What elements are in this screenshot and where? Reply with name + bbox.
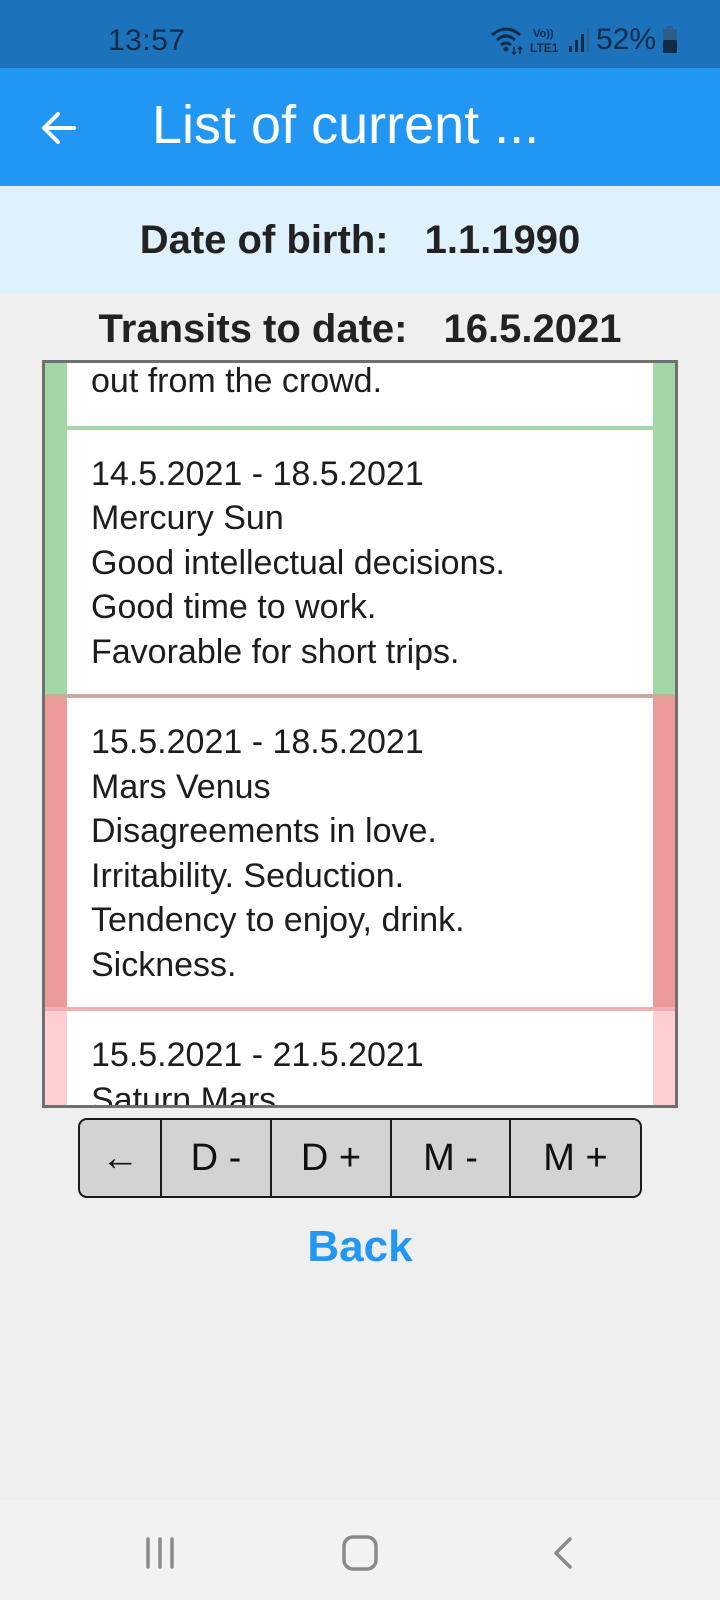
wifi-icon	[490, 25, 524, 55]
transit-text: Irritability. Seduction.	[91, 856, 405, 895]
transit-text: Disagreements in love.	[91, 812, 437, 850]
transit-text: Sickness.	[91, 945, 237, 984]
transit-dates: 14.5.2021 - 18.5.2021	[91, 454, 424, 493]
transit-text: Good time to work.	[91, 588, 377, 626]
transit-planets: Saturn Mars	[91, 1080, 277, 1108]
transit-planets: Mars Venus	[91, 767, 271, 806]
dob-label: Date of birth:	[139, 217, 389, 262]
status-time: 13:57	[108, 24, 186, 57]
transits-label: Transits to date:	[98, 306, 408, 351]
transit-text: Good intellectual decisions.	[91, 543, 505, 582]
system-nav-bar	[0, 1500, 720, 1600]
transits-date-row: Transits to date: 16.5.2021	[0, 300, 720, 358]
lte-icon: Vo)) LTE1	[530, 25, 562, 55]
transits-value: 16.5.2021	[443, 306, 622, 351]
transit-text: Tendency to enjoy, drink.	[91, 901, 465, 939]
transit-text: out from the crowd.	[91, 362, 383, 400]
transit-card[interactable]: 14.5.2021 - 18.5.2021 Mercury Sun Good i…	[45, 425, 675, 694]
day-plus-button[interactable]: D +	[272, 1120, 392, 1196]
date-of-birth-row: Date of birth: 1.1.1990	[0, 186, 720, 294]
battery-icon	[662, 26, 678, 54]
battery-percent: 52%	[595, 23, 656, 56]
status-bar: 13:57 Vo)) LTE1 52%	[0, 0, 720, 68]
svg-text:Vo)): Vo))	[533, 28, 554, 40]
date-navigation: ← D - D + M - M +	[78, 1118, 642, 1198]
transit-dates: 15.5.2021 - 18.5.2021	[91, 723, 424, 761]
arrow-left-icon[interactable]	[36, 104, 84, 152]
prev-button[interactable]: ←	[80, 1120, 162, 1196]
page-title: List of current ...	[152, 95, 540, 155]
month-plus-button[interactable]: M +	[511, 1120, 640, 1196]
back-button[interactable]: Back	[0, 1222, 720, 1272]
signal-icon	[568, 26, 590, 54]
back-icon[interactable]	[532, 1528, 592, 1578]
dob-value: 1.1.1990	[424, 217, 581, 262]
transit-dates: 15.5.2021 - 21.5.2021	[91, 1036, 424, 1074]
transit-card[interactable]: out from the crowd.	[45, 362, 675, 426]
transit-card[interactable]: 15.5.2021 - 18.5.2021 Mars Venus Disagre…	[45, 694, 675, 1007]
svg-text:LTE1: LTE1	[530, 41, 559, 55]
recent-apps-icon[interactable]	[130, 1528, 190, 1578]
day-minus-button[interactable]: D -	[162, 1120, 272, 1196]
transit-text: Favorable for short trips.	[91, 632, 460, 671]
month-minus-button[interactable]: M -	[392, 1120, 511, 1196]
transit-planets: Mercury Sun	[91, 499, 284, 537]
home-icon[interactable]	[330, 1528, 390, 1578]
transit-card[interactable]: 15.5.2021 - 21.5.2021 Saturn Mars	[45, 1007, 675, 1108]
app-bar: List of current ...	[0, 68, 720, 186]
status-icons: Vo)) LTE1 52%	[490, 22, 678, 58]
transit-list[interactable]: out from the crowd. 14.5.2021 - 18.5.202…	[42, 360, 678, 1108]
